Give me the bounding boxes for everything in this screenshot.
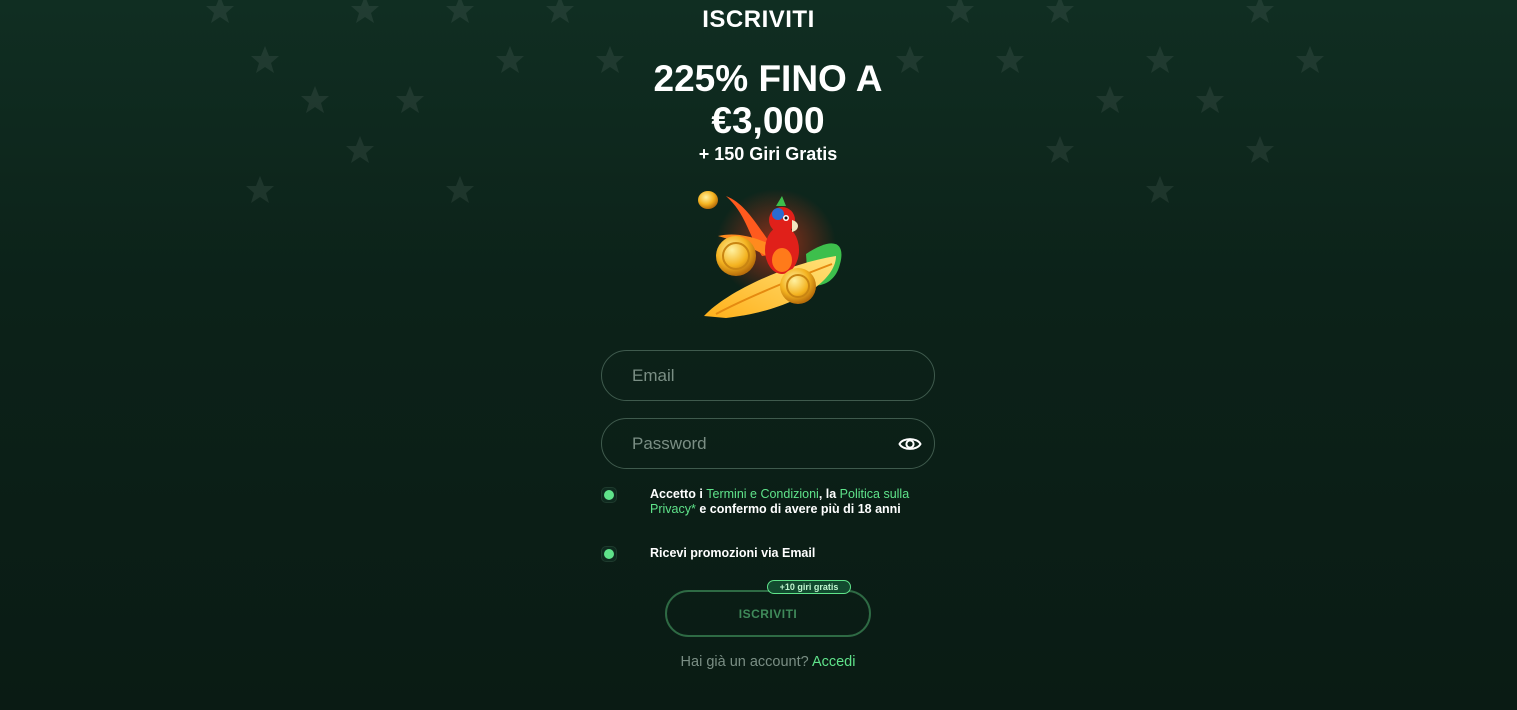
terms-link[interactable]: Termini e Condizioni: [706, 487, 819, 501]
signup-page: ISCRIVITI 225% FINO A €3,000 + 150 Giri …: [0, 0, 1517, 710]
login-prompt: Hai già un account? Accedi: [558, 654, 978, 670]
promo-subline: + 150 Giri Gratis: [698, 144, 838, 164]
promotions-label: Ricevi promozioni via Email: [650, 546, 816, 560]
login-link[interactable]: Accedi: [812, 654, 856, 670]
promo-headline: 225% FINO A €3,000: [558, 58, 978, 142]
terms-middle: , la: [818, 487, 840, 501]
password-field[interactable]: [601, 418, 935, 469]
signup-submit-button[interactable]: ISCRIVITI: [665, 590, 871, 637]
terms-suffix: e confermo di avere più di 18 anni: [695, 501, 901, 516]
promotions-checkbox[interactable]: [601, 546, 617, 562]
terms-checkbox[interactable]: [601, 487, 617, 503]
password-input[interactable]: [632, 419, 882, 468]
terms-row: Accetto i Termini e Condizioni, la Polit…: [601, 487, 931, 533]
email-field[interactable]: [601, 350, 935, 401]
free-spins-badge: +10 giri gratis: [767, 580, 851, 594]
eye-icon[interactable]: [898, 433, 922, 455]
terms-prefix: Accetto i: [650, 487, 707, 501]
parrot-surfboard-illustration: [698, 189, 842, 318]
terms-label: Accetto i Termini e Condizioni, la Polit…: [650, 487, 922, 516]
login-question: Hai già un account?: [680, 654, 812, 670]
promo-headline-line1: 225% FINO A: [653, 58, 883, 99]
promotions-row: Ricevi promozioni via Email: [601, 546, 931, 564]
page-title: ISCRIVITI: [702, 6, 815, 33]
promo-headline-line2: €3,000: [711, 100, 825, 141]
email-input[interactable]: [632, 351, 882, 400]
